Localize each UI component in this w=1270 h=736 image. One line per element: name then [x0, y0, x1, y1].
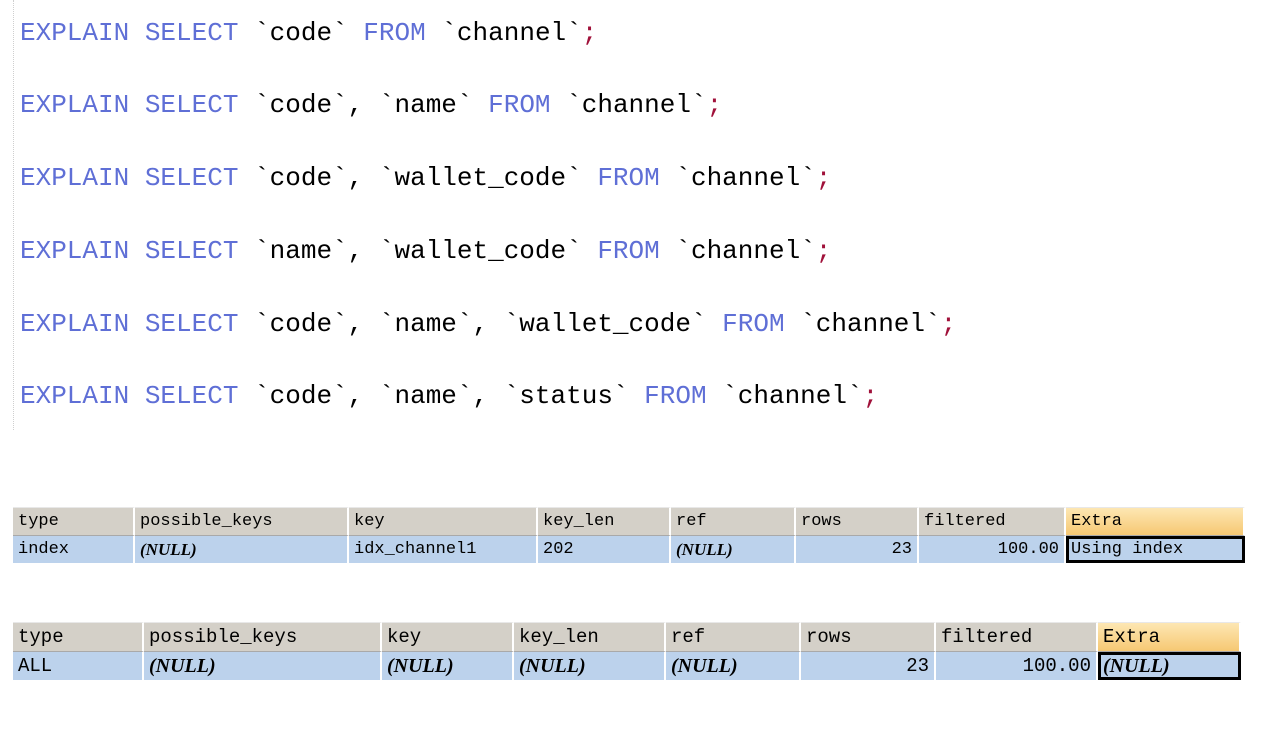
semicolon: ;: [815, 163, 832, 193]
keyword-select: SELECT: [144, 381, 239, 411]
keyword-from: FROM: [722, 309, 785, 339]
column-list: `code`, `name`, `wallet_code`: [254, 309, 707, 339]
column-list: `code`, `wallet_code`: [254, 163, 582, 193]
cell-filtered[interactable]: 100.00: [936, 652, 1098, 680]
column-header-extra[interactable]: Extra: [1098, 622, 1241, 652]
column-header-rows[interactable]: rows: [796, 507, 919, 536]
cell-key[interactable]: (NULL): [382, 652, 514, 680]
cell-rows[interactable]: 23: [796, 536, 919, 563]
table-name: `channel`: [675, 163, 816, 193]
keyword-select: SELECT: [144, 163, 239, 193]
column-header-possible-keys[interactable]: possible_keys: [135, 507, 349, 536]
keyword-explain: EXPLAIN: [20, 18, 130, 48]
keyword-select: SELECT: [144, 309, 239, 339]
keyword-explain: EXPLAIN: [20, 163, 130, 193]
table-name: `channel`: [441, 18, 582, 48]
column-header-ref[interactable]: ref: [671, 507, 796, 536]
keyword-from: FROM: [597, 236, 660, 266]
column-header-possible-keys[interactable]: possible_keys: [144, 622, 382, 652]
keyword-explain: EXPLAIN: [20, 90, 130, 120]
table-row[interactable]: ALL (NULL) (NULL) (NULL) (NULL) 23 100.0…: [13, 652, 1241, 680]
keyword-from: FROM: [363, 18, 426, 48]
cell-key[interactable]: idx_channel1: [349, 536, 538, 563]
column-header-ref[interactable]: ref: [666, 622, 801, 652]
column-list: `code`, `name`: [254, 90, 473, 120]
header-row: type possible_keys key key_len ref rows …: [13, 622, 1241, 652]
cell-rows[interactable]: 23: [801, 652, 936, 680]
table-name: `channel`: [800, 309, 941, 339]
column-header-extra[interactable]: Extra: [1066, 507, 1245, 536]
table-name: `channel`: [566, 90, 707, 120]
column-header-type[interactable]: type: [13, 507, 135, 536]
semicolon: ;: [815, 236, 832, 266]
keyword-from: FROM: [644, 381, 707, 411]
keyword-from: FROM: [597, 163, 660, 193]
column-header-key-len[interactable]: key_len: [514, 622, 666, 652]
semicolon: ;: [940, 309, 957, 339]
keyword-select: SELECT: [144, 236, 239, 266]
sql-editor[interactable]: EXPLAIN SELECT `code` FROM `channel`; EX…: [0, 0, 1270, 430]
sql-line-2[interactable]: EXPLAIN SELECT `code`, `name` FROM `chan…: [20, 90, 722, 120]
column-header-filtered[interactable]: filtered: [936, 622, 1098, 652]
column-header-type[interactable]: type: [13, 622, 144, 652]
header-row: type possible_keys key key_len ref rows …: [13, 507, 1245, 536]
explain-result-grid-2: type possible_keys key key_len ref rows …: [13, 622, 1241, 680]
keyword-from: FROM: [488, 90, 551, 120]
keyword-explain: EXPLAIN: [20, 236, 130, 266]
column-list: `name`, `wallet_code`: [254, 236, 582, 266]
column-header-rows[interactable]: rows: [801, 622, 936, 652]
cell-extra-selected[interactable]: (NULL): [1098, 652, 1241, 680]
column-list: `code`, `name`, `status`: [254, 381, 629, 411]
keyword-select: SELECT: [144, 18, 239, 48]
sql-line-3[interactable]: EXPLAIN SELECT `code`, `wallet_code` FRO…: [20, 163, 831, 193]
sql-line-1[interactable]: EXPLAIN SELECT `code` FROM `channel`;: [20, 18, 597, 48]
semicolon: ;: [581, 18, 598, 48]
column-header-key-len[interactable]: key_len: [538, 507, 671, 536]
cell-key-len[interactable]: 202: [538, 536, 671, 563]
sql-line-4[interactable]: EXPLAIN SELECT `name`, `wallet_code` FRO…: [20, 236, 831, 266]
column-header-key[interactable]: key: [349, 507, 538, 536]
cell-type[interactable]: index: [13, 536, 135, 563]
keyword-explain: EXPLAIN: [20, 381, 130, 411]
column-list: `code`: [254, 18, 348, 48]
keyword-select: SELECT: [144, 90, 239, 120]
cell-extra-selected[interactable]: Using index: [1066, 536, 1245, 563]
keyword-explain: EXPLAIN: [20, 309, 130, 339]
column-header-key[interactable]: key: [382, 622, 514, 652]
sql-line-6[interactable]: EXPLAIN SELECT `code`, `name`, `status` …: [20, 381, 878, 411]
semicolon: ;: [862, 381, 879, 411]
cell-ref[interactable]: (NULL): [671, 536, 796, 563]
cell-possible-keys[interactable]: (NULL): [144, 652, 382, 680]
cell-filtered[interactable]: 100.00: [919, 536, 1066, 563]
table-name: `channel`: [722, 381, 863, 411]
explain-result-grid-1: type possible_keys key key_len ref rows …: [13, 507, 1245, 563]
cell-ref[interactable]: (NULL): [666, 652, 801, 680]
cell-key-len[interactable]: (NULL): [514, 652, 666, 680]
table-name: `channel`: [675, 236, 816, 266]
column-header-filtered[interactable]: filtered: [919, 507, 1066, 536]
cell-type[interactable]: ALL: [13, 652, 144, 680]
table-row[interactable]: index (NULL) idx_channel1 202 (NULL) 23 …: [13, 536, 1245, 563]
editor-gutter: [13, 0, 14, 430]
semicolon: ;: [706, 90, 723, 120]
cell-possible-keys[interactable]: (NULL): [135, 536, 349, 563]
sql-line-5[interactable]: EXPLAIN SELECT `code`, `name`, `wallet_c…: [20, 309, 956, 339]
